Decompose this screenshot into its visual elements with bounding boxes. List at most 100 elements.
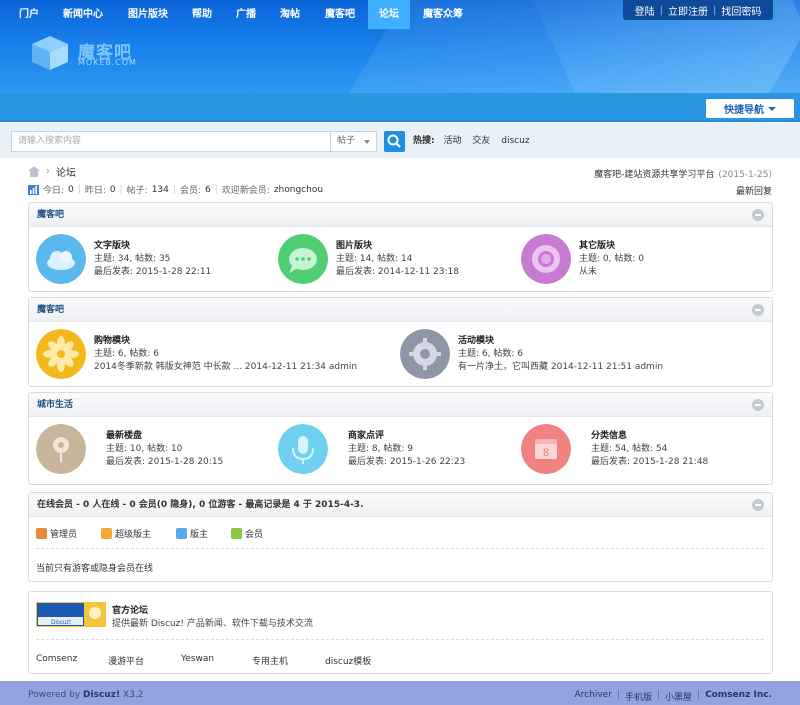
online-title[interactable]: 在线会员 - 0 人在线 - 0 会员(0 隐身), 0 位游客 - 最高记录是… [37,500,364,510]
blackroom-link[interactable]: 小黑屋 [665,690,692,703]
quick-nav-button[interactable]: 快捷导航 [706,99,794,118]
user-links: 登陆 | 立即注册 | 找回密码 [623,0,773,20]
footer-links: Archiver | 手机版 | 小黑屋 | Comsenz Inc. [575,690,772,703]
nav-item-crowdfunding[interactable]: 魔客众筹 [412,0,474,29]
forum-item[interactable]: 活动模块 主题: 6, 帖数: 6 有一片净土，它叫西藏 2014-12-11 … [400,329,750,387]
logo-cube-icon [32,36,68,70]
nav-item-moke8[interactable]: 魔客吧 [314,0,366,29]
forum-item[interactable]: 文字版块 主题: 34, 帖数: 35 最后发表: 2015-1-28 22:1… [36,234,266,292]
main-nav [0,93,800,122]
official-title[interactable]: 官方论坛 [112,603,148,616]
mobile-link[interactable]: 手机版 [625,690,652,703]
forum-item[interactable]: 最新楼盘 主题: 10, 帖数: 10 最后发表: 2015-1-28 20:1… [36,424,266,482]
nav-item-help[interactable]: 帮助 [182,0,222,29]
forum-name[interactable]: 图片版块 [336,238,372,251]
forum-name[interactable]: 其它版块 [579,238,615,251]
divider [36,639,764,640]
divider: | [616,690,620,700]
hot-word-link[interactable]: 交友 [472,136,490,146]
forgot-password-link[interactable]: 找回密码 [716,3,766,18]
hot-word-link[interactable]: discuz [501,136,529,146]
collapse-icon[interactable] [752,399,764,411]
version-label: X3.2 [122,690,144,700]
partner-link[interactable]: Comsenz [36,654,77,664]
dropdown-arrow-icon [364,140,370,144]
group-header: 魔客吧 [29,203,772,227]
legend-label: 会员 [245,529,264,540]
nav-item-pictures[interactable]: 图片版块 [118,0,178,29]
footer-powered: Powered by Discuz! X3.2 [28,690,143,700]
official-desc: 提供最新 Discuz! 产品新闻、软件下载与技术交流 [112,619,313,629]
partner-link[interactable]: 漫游平台 [108,654,144,667]
forum-name[interactable]: 分类信息 [591,428,627,441]
flower-icon [36,329,86,379]
group-title[interactable]: 魔客吧 [37,305,64,315]
collapse-icon[interactable] [752,209,764,221]
collapse-icon[interactable] [752,499,764,511]
nav-item-taotie[interactable]: 淘帖 [270,0,310,29]
legend-moderator: 版主 [176,527,208,540]
bar-chart-icon [28,184,39,195]
powered-label: Powered by [28,690,81,700]
collapse-icon[interactable] [752,304,764,316]
nav-item-portal[interactable]: 门户 [10,0,48,29]
stat-members-label: 会员: [179,186,201,196]
forum-last-post[interactable]: 有一片净土，它叫西藏 2014-12-11 21:51 admin [458,359,663,372]
group-header: 魔客吧 [29,298,772,322]
discuz-logo-icon[interactable]: Discuz! [36,602,106,627]
group-title[interactable]: 城市生活 [37,400,73,410]
forum-last-post[interactable]: 最后发表: 2015-1-26 22:23 [348,454,465,467]
stat-yesterday-value: 0 [109,184,116,195]
forum-counts: 主题: 34, 帖数: 35 [94,254,171,264]
partner-link[interactable]: Yeswan [181,654,214,664]
forum-item[interactable]: 图片版块 主题: 14, 帖数: 14 最后发表: 2014-12-11 23:… [278,234,508,292]
nav-item-news[interactable]: 新闻中心 [52,0,114,29]
forum-name[interactable]: 文字版块 [94,238,130,251]
discuz-link[interactable]: Discuz! [83,690,120,700]
comsenz-link[interactable]: Comsenz Inc. [705,690,772,703]
login-link[interactable]: 登陆 [630,3,660,18]
hot-word-link[interactable]: 活动 [443,136,461,146]
nav-item-broadcast[interactable]: 广播 [226,0,266,29]
nav-item-forum[interactable]: 论坛 [368,0,410,29]
search-type-select[interactable]: 帖子 [331,131,377,152]
stat-posts-label: 帖子: [126,186,148,196]
forum-last-post[interactable]: 最后发表: 2015-1-28 20:15 [106,454,223,467]
forum-counts: 主题: 6, 帖数: 6 [94,349,159,359]
quick-nav-label: 快捷导航 [724,105,764,116]
forum-last-post[interactable]: 最后发表: 2015-1-28 21:48 [591,454,708,467]
forum-last-post[interactable]: 最后发表: 2015-1-28 22:11 [94,264,211,277]
register-link[interactable]: 立即注册 [663,3,713,18]
forum-name[interactable]: 活动模块 [458,333,494,346]
user-icon [101,527,112,539]
site-logo[interactable]: 魔客吧 MOKE8.COM [28,36,148,72]
stat-yesterday-label: 昨日: [84,186,106,196]
forum-item[interactable]: 商家点评 主题: 8, 帖数: 9 最后发表: 2015-1-26 22:23 [278,424,508,482]
divider: | [77,184,81,195]
group-title[interactable]: 魔客吧 [37,210,64,220]
forum-name[interactable]: 商家点评 [348,428,384,441]
divider [36,548,764,549]
search-icon [387,134,401,148]
site-tagline-text[interactable]: 魔客吧-建站资源共享学习平台 [594,170,714,180]
partner-link[interactable]: discuz模板 [325,654,371,667]
forum-item[interactable]: 购物模块 主题: 6, 帖数: 6 2014冬季新款 韩版女神范 中长款 ...… [36,329,386,387]
forum-item[interactable]: 8 分类信息 主题: 54, 帖数: 54 最后发表: 2015-1-28 21… [521,424,751,482]
forum-last-post[interactable]: 最后发表: 2014-12-11 23:18 [336,264,459,277]
newest-member-link[interactable]: zhongchou [274,185,323,195]
forum-last-post[interactable]: 2014冬季新款 韩版女神范 中长款 ... 2014-12-11 21:34 … [94,359,357,372]
search-button[interactable] [384,131,405,152]
archiver-link[interactable]: Archiver [575,690,612,703]
legend-super-moderator: 超级版主 [101,527,151,540]
legend-admin: 管理员 [36,527,77,540]
forum-item[interactable]: 其它版块 主题: 0, 帖数: 0 从未 [521,234,751,292]
breadcrumb-current[interactable]: 论坛 [56,164,76,179]
forum-name[interactable]: 最新楼盘 [106,428,142,441]
partner-link[interactable]: 专用主机 [252,654,288,667]
forum-name[interactable]: 购物模块 [94,333,130,346]
home-icon[interactable] [28,165,40,177]
latest-replies-link[interactable]: 最新回复 [736,184,772,197]
logo-subtext: MOKE8.COM [78,58,137,67]
hot-search-label: 热搜: [413,136,435,146]
search-input[interactable]: 请输入搜索内容 [11,131,331,152]
